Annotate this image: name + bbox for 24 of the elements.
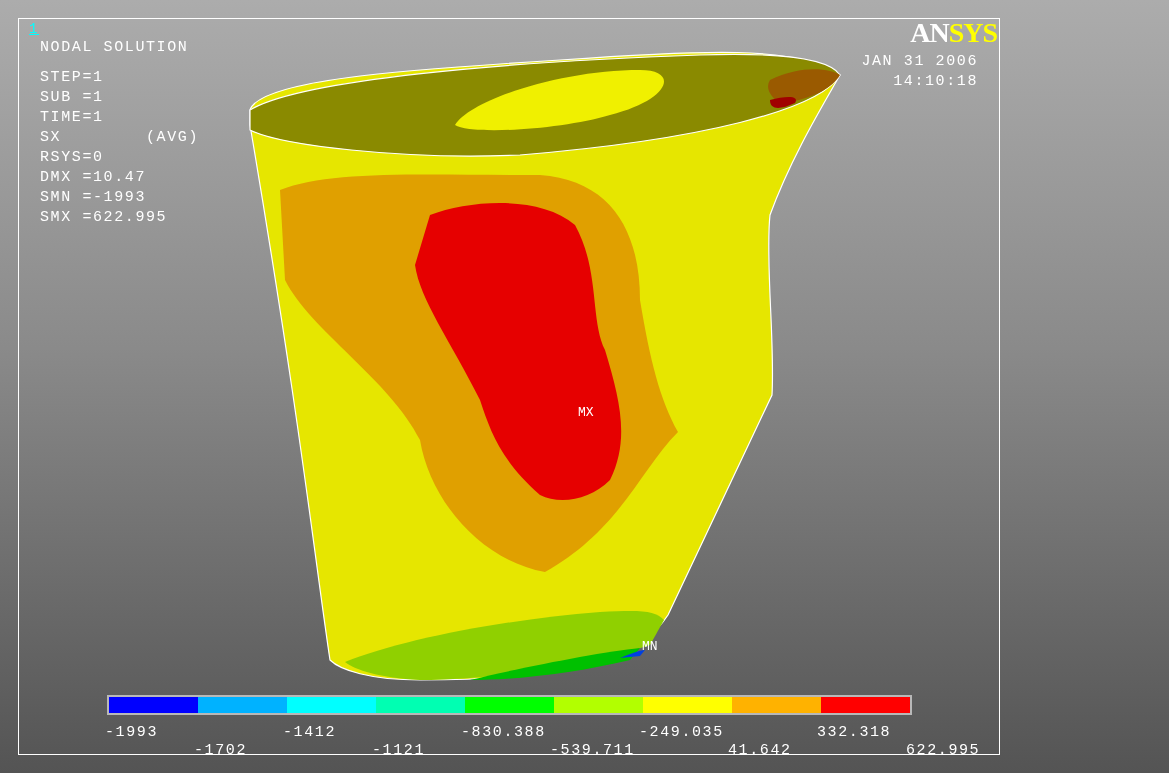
legend-label: -1121 [372,741,425,761]
legend-label: 332.318 [817,723,892,743]
legend-label: -830.388 [461,723,546,743]
info-line: SUB =1 [40,88,105,108]
plot-title: NODAL SOLUTION [40,38,190,58]
legend-label: -1702 [194,741,247,761]
info-line: STEP=1 [40,68,105,88]
max-marker-label: MX [578,405,594,420]
legend-label: -249.035 [639,723,724,743]
plot-time: 14:10:18 [892,72,978,92]
legend-label: -1993 [105,723,158,743]
legend-label: -539.711 [550,741,635,761]
logo: ANSYS [910,19,997,47]
info-line: SMX =622.995 [40,208,169,228]
info-line: TIME=1 [40,108,105,128]
plot-date: JAN 31 2006 [861,52,978,72]
info-line: DMX =10.47 [40,168,147,188]
info-line: RSYS=0 [40,148,105,168]
legend-label: 622.995 [906,741,981,761]
legend-label: 41.642 [728,741,792,761]
window-number: 1 [29,20,39,39]
info-line: SMN =-1993 [40,188,147,208]
info-line: SX (AVG) [40,128,200,148]
legend-label: -1412 [283,723,336,743]
